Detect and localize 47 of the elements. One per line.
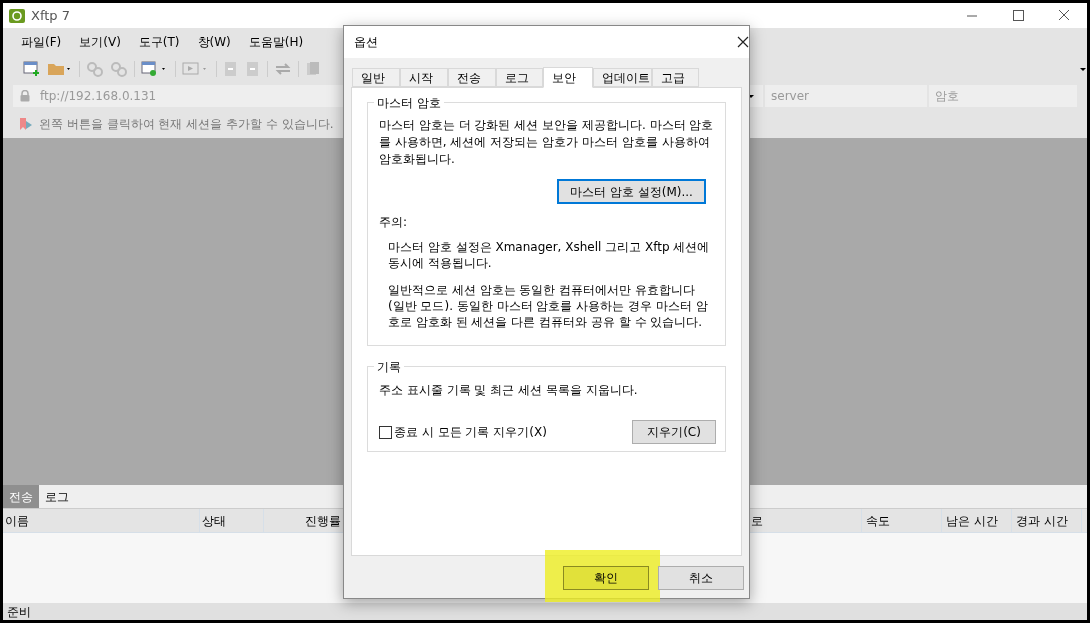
overflow-caret-icon[interactable] [1079, 65, 1087, 73]
cancel-button[interactable]: 취소 [658, 566, 744, 590]
set-master-password-button[interactable]: 마스터 암호 설정(M)... [557, 179, 706, 204]
password-field[interactable]: 암호 [929, 85, 1077, 107]
tab[interactable]: 전송 [448, 68, 496, 87]
status-text: 준비 [7, 603, 31, 621]
column-header[interactable]: 이름 [3, 509, 200, 532]
tab[interactable]: 고급 [652, 68, 699, 87]
link-icon[interactable] [110, 61, 128, 77]
link-icon[interactable] [86, 61, 104, 77]
new-session-icon[interactable] [23, 61, 41, 77]
clear-button[interactable]: 지우기(C) [632, 420, 716, 444]
checkbox[interactable] [379, 425, 392, 439]
tab[interactable]: 일반 [352, 68, 400, 87]
note-text: 마스터 암호 설정은 Xmanager, Xshell 그리고 Xftp 세션에 동시에 적용됩니다. [387, 239, 711, 271]
column-header[interactable]: 상태 [200, 509, 264, 532]
column-header[interactable]: 경과 시간 [1012, 509, 1082, 532]
tab[interactable]: 업데이트 [593, 68, 652, 87]
window-title: Xftp 7 [31, 6, 70, 25]
menu-item[interactable]: 창(W) [195, 33, 233, 51]
description-text: 주소 표시줄 기록 및 최근 세션 목록을 지웁니다. [379, 382, 639, 399]
dialog-title: 옵션 [354, 34, 378, 51]
swap-arrows-icon[interactable] [274, 61, 292, 77]
tab[interactable]: 시작 [400, 68, 448, 87]
menu-item[interactable]: 도구(T) [136, 33, 182, 51]
note-text: 일반적으로 세션 암호는 동일한 컴퓨터에서만 유효합니다 (일반 모드). 동일한 마스터 암호를 사용하는 경우 마스터 암호로 암호화 된 세션을 다른 컴퓨터와 공유 할 수 있습니다. [387, 282, 709, 330]
column-header[interactable]: 속도 [862, 509, 942, 532]
document-icon[interactable] [223, 61, 239, 77]
ok-button[interactable]: 확인 [563, 566, 649, 590]
menu-item[interactable]: 보기(V) [77, 33, 123, 51]
description-text: 마스터 암호는 더 강화된 세션 보안을 제공합니다. 마스터 암호를 사용하면, 세션에 저장되는 암호가 마스터 암호를 사용하여 암호화됩니다. [379, 117, 714, 168]
folder-icon[interactable] [47, 61, 73, 77]
lock-icon [19, 90, 31, 102]
hint-text: 왼쪽 버튼을 클릭하여 현재 세션을 추가할 수 있습니다. [39, 116, 334, 133]
app-logo-icon [9, 8, 25, 23]
tab[interactable]: 보안 [543, 67, 593, 88]
menu-item[interactable]: 도움말(H) [246, 33, 306, 51]
column-header[interactable]: 남은 시간 [942, 509, 1012, 532]
close-icon[interactable] [737, 36, 749, 48]
document-icon[interactable] [245, 61, 261, 77]
tab[interactable]: 로그 [496, 68, 543, 87]
menu-item[interactable]: 파일(F) [19, 33, 64, 51]
checkbox-label[interactable]: 종료 시 모든 기록 지우기(X) [394, 423, 547, 441]
copy-icon[interactable] [305, 61, 321, 77]
note-label: 주의: [379, 214, 409, 231]
username-field[interactable]: server [765, 85, 927, 107]
bookmark-arrow-icon [19, 117, 33, 131]
